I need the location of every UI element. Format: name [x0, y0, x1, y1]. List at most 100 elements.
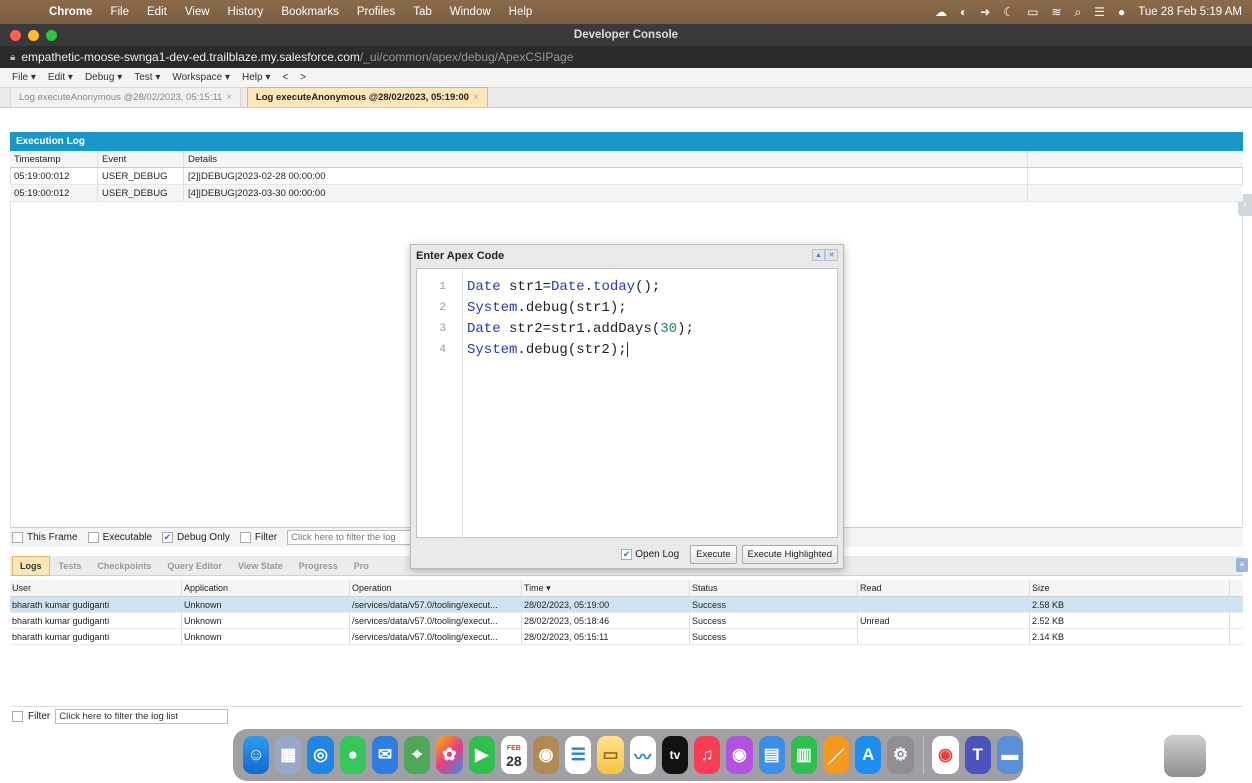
chrome-icon[interactable]: ◉ — [932, 736, 959, 774]
calendar-icon[interactable]: FEB 28 — [500, 736, 527, 774]
tab-progress[interactable]: Progress — [292, 557, 345, 575]
menu-profiles[interactable]: Profiles — [348, 6, 404, 18]
filter-checkbox[interactable] — [239, 532, 251, 543]
arrow-icon[interactable]: ➜ — [980, 5, 990, 19]
teams-icon[interactable]: T — [964, 736, 991, 774]
column-header-operation[interactable]: Operation — [350, 580, 522, 596]
menu-app-name[interactable]: Chrome — [40, 6, 101, 18]
menu-bookmarks[interactable]: Bookmarks — [272, 6, 348, 18]
finder-icon[interactable]: ☺ — [243, 736, 270, 774]
preview-icon[interactable]: ▬ — [996, 736, 1023, 774]
column-header-application[interactable]: Application — [182, 580, 350, 596]
log-list-filter-checkbox[interactable] — [12, 711, 23, 722]
column-header-size[interactable]: Size — [1030, 580, 1230, 596]
podcasts-icon[interactable]: ◉ — [726, 736, 753, 774]
open-log-checkbox[interactable]: ✔ — [621, 548, 633, 560]
console-menu-test[interactable]: Test ▾ — [128, 72, 166, 83]
control-center-icon[interactable]: ☰ — [1094, 5, 1105, 19]
spotlight-icon[interactable]: ⌕ — [1074, 5, 1081, 20]
zoom-window-button[interactable] — [46, 29, 57, 41]
open-log-option[interactable]: ✔ Open Log — [621, 548, 679, 560]
minimize-window-button[interactable] — [28, 29, 39, 41]
lock-icon[interactable]: 🔒︎ — [10, 52, 15, 63]
reminders-icon[interactable]: ☰ — [565, 736, 592, 774]
messages-icon[interactable]: ● — [339, 736, 366, 774]
menu-history[interactable]: History — [219, 6, 273, 18]
facetime-icon[interactable]: ▶ — [468, 736, 495, 774]
tab-log-051900[interactable]: Log executeAnonymous @28/02/2023, 05:19:… — [246, 87, 488, 107]
wifi-icon[interactable]: ≋ — [1051, 5, 1061, 19]
close-window-button[interactable] — [10, 29, 21, 41]
tab-query-editor[interactable]: Query Editor — [160, 557, 229, 575]
execute-button[interactable]: Execute — [690, 544, 737, 564]
address-bar[interactable]: 🔒︎ empathetic-moose-swnga1-dev-ed.trailb… — [0, 46, 1252, 68]
notes-icon[interactable]: ▭ — [597, 736, 624, 774]
cloud-icon[interactable]: ☁ — [935, 5, 947, 19]
table-row[interactable]: bharath kumar gudiganti Unknown /service… — [10, 629, 1243, 645]
tab-tests[interactable]: Tests — [52, 557, 89, 575]
menu-edit[interactable]: Edit — [138, 6, 176, 18]
table-row[interactable]: bharath kumar gudiganti Unknown /service… — [10, 613, 1243, 629]
column-header-timestamp[interactable]: Timestamp — [10, 151, 98, 167]
menu-file[interactable]: File — [101, 6, 138, 18]
back-button[interactable]: < — [276, 72, 294, 83]
column-header-user[interactable]: User — [10, 580, 182, 596]
table-row[interactable]: 05:19:00:012 USER_DEBUG [2]|DEBUG|2023-0… — [10, 168, 1243, 185]
clock[interactable]: Tue 28 Feb 5:19 AM — [1138, 6, 1242, 18]
console-menu-workspace[interactable]: Workspace ▾ — [166, 72, 236, 83]
panel-toggle-icon[interactable]: ≡ — [1236, 558, 1248, 572]
forward-button[interactable]: > — [294, 72, 312, 83]
code-area[interactable]: Date str1=Date.today(); System.debug(str… — [463, 269, 694, 537]
apple-tv-icon[interactable]: tv — [661, 736, 689, 774]
tab-problems[interactable]: Pro — [347, 557, 376, 575]
system-settings-icon[interactable]: ⚙ — [887, 736, 914, 774]
maps-icon[interactable]: ⌖ — [404, 736, 431, 774]
safari-icon[interactable]: ◎ — [307, 736, 334, 774]
column-header-time[interactable]: Time ▾ — [522, 580, 690, 596]
column-header-details[interactable]: Details — [184, 151, 1028, 167]
numbers-icon[interactable]: ▥ — [790, 736, 817, 774]
apex-code-editor[interactable]: 1 2 3 4 Date str1=Date.today(); System.d… — [416, 268, 838, 538]
executable-checkbox[interactable] — [87, 532, 99, 543]
sync-icon[interactable]: ◐ — [960, 5, 967, 19]
menu-view[interactable]: View — [176, 6, 219, 18]
column-header-event[interactable]: Event — [98, 151, 184, 167]
execute-highlighted-button[interactable]: Execute Highlighted — [741, 544, 838, 564]
console-menu-edit[interactable]: Edit ▾ — [42, 72, 79, 83]
freeform-icon[interactable]: 〰 — [629, 736, 656, 774]
trash-icon[interactable] — [1164, 735, 1206, 777]
tab-checkpoints[interactable]: Checkpoints — [90, 557, 158, 575]
column-header-status[interactable]: Status — [690, 580, 858, 596]
app-store-icon[interactable]: A — [855, 736, 882, 774]
console-menu-help[interactable]: Help ▾ — [236, 72, 276, 83]
pages-icon[interactable]: ／ — [822, 736, 850, 774]
this-frame-checkbox[interactable] — [12, 532, 23, 543]
menu-window[interactable]: Window — [441, 6, 500, 18]
debug-only-checkbox[interactable]: ✔ — [162, 532, 174, 543]
log-list-filter-input[interactable] — [55, 709, 229, 724]
tab-logs[interactable]: Logs — [12, 555, 50, 576]
music-icon[interactable]: ♫ — [694, 736, 721, 774]
moon-icon[interactable]: ☾ — [1003, 5, 1014, 19]
launchpad-icon[interactable]: ▦ — [275, 736, 302, 774]
tab-log-051511[interactable]: Log executeAnonymous @28/02/2023, 05:15:… — [10, 87, 241, 107]
mail-icon[interactable]: ✉ — [371, 736, 399, 774]
tab-view-state[interactable]: View State — [231, 557, 290, 575]
column-header-read[interactable]: Read — [858, 580, 1030, 596]
close-tab-icon[interactable]: × — [473, 92, 479, 103]
siri-icon[interactable]: ● — [1118, 5, 1125, 19]
menu-help[interactable]: Help — [500, 6, 542, 18]
battery-icon[interactable]: ▭ — [1027, 5, 1038, 19]
close-tab-icon[interactable]: × — [226, 92, 232, 103]
photos-icon[interactable]: ✿ — [436, 736, 463, 774]
console-menu-debug[interactable]: Debug ▾ — [79, 72, 128, 83]
close-icon[interactable]: ✕ — [825, 249, 838, 261]
contacts-icon[interactable]: ◉ — [532, 736, 560, 774]
log-filter-input[interactable] — [287, 530, 413, 545]
console-menu-file[interactable]: File ▾ — [6, 72, 42, 83]
table-row[interactable]: bharath kumar gudiganti Unknown /service… — [10, 597, 1243, 613]
table-row[interactable]: 05:19:00:012 USER_DEBUG [4]|DEBUG|2023-0… — [10, 185, 1243, 202]
keynote-icon[interactable]: ▤ — [758, 736, 785, 774]
maximize-icon[interactable]: ▲ — [812, 249, 825, 261]
menu-tab[interactable]: Tab — [404, 6, 441, 18]
